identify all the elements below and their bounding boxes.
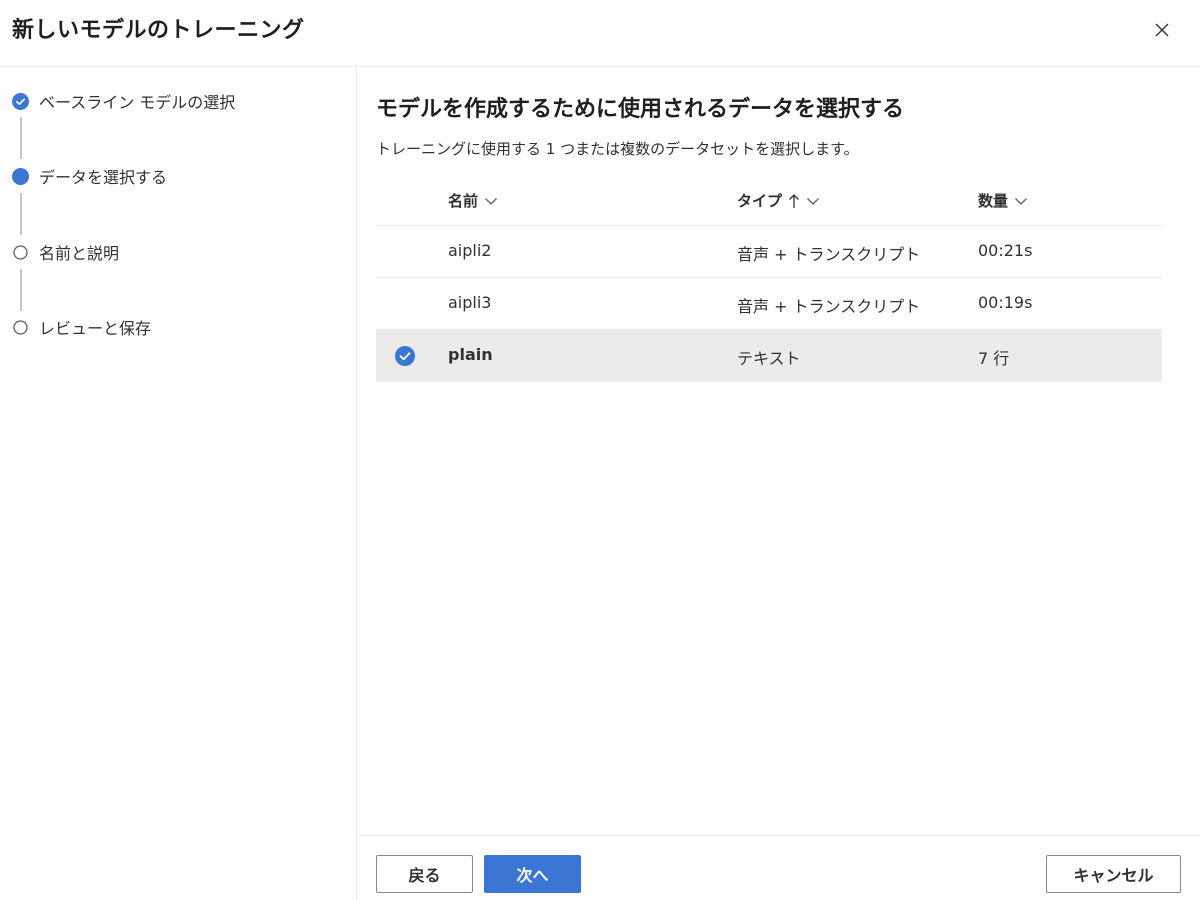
column-header-type[interactable]: タイプ [737, 190, 820, 211]
wizard-stepper: ベースライン モデルの選択 データを選択する 名前と説明 レビューと保存 [0, 67, 357, 900]
step-name-description[interactable]: 名前と説明 [12, 240, 119, 264]
step-label: 名前と説明 [39, 244, 120, 263]
column-header-name[interactable]: 名前 [448, 190, 498, 211]
check-circle-icon [395, 346, 415, 366]
page-title: モデルを作成するために使用されるデータを選択する [376, 97, 905, 122]
step-review-save[interactable]: レビューと保存 [12, 315, 151, 339]
step-select-data[interactable]: データを選択する [12, 164, 167, 188]
table-row-selected[interactable]: plain テキスト 7 行 [376, 330, 1162, 382]
table-header: 名前 タイプ 数量 [376, 175, 1162, 226]
page-description: トレーニングに使用する 1 つまたは複数のデータセットを選択します。 [376, 140, 859, 158]
cell-type: 音声 + トランスクリプト [737, 297, 921, 316]
column-label: 数量 [978, 192, 1009, 210]
table-row[interactable]: aipli3 音声 + トランスクリプト 00:19s [376, 278, 1162, 330]
step-label: レビューと保存 [39, 319, 152, 338]
empty-circle-icon [12, 319, 29, 336]
step-connector [20, 117, 22, 159]
column-label: 名前 [448, 192, 479, 210]
dialog-header: 新しいモデルのトレーニング [0, 0, 1200, 67]
cancel-button[interactable]: キャンセル [1046, 855, 1181, 893]
next-button[interactable]: 次へ [484, 855, 581, 893]
column-label: タイプ [737, 192, 783, 210]
close-icon [1155, 23, 1169, 37]
chevron-down-icon [807, 197, 819, 205]
back-button[interactable]: 戻る [376, 855, 473, 893]
empty-circle-icon [12, 244, 29, 261]
dataset-table: 名前 タイプ 数量 aipli2 音声 + トランスクリプト 00:21s ai… [376, 175, 1162, 382]
step-connector [20, 269, 22, 311]
cell-name: plain [448, 345, 493, 364]
table-row[interactable]: aipli2 音声 + トランスクリプト 00:21s [376, 226, 1162, 278]
check-circle-icon [12, 92, 29, 110]
chevron-down-icon [485, 197, 497, 205]
dialog-title: 新しいモデルのトレーニング [12, 18, 305, 43]
cell-name: aipli3 [448, 293, 492, 312]
cell-quantity: 00:21s [978, 241, 1033, 260]
cell-quantity: 00:19s [978, 293, 1033, 312]
main-panel: モデルを作成するために使用されるデータを選択する トレーニングに使用する 1 つ… [357, 67, 1200, 835]
cell-name: aipli2 [448, 241, 492, 260]
close-button[interactable] [1148, 16, 1176, 44]
column-header-quantity[interactable]: 数量 [978, 190, 1028, 211]
arrow-up-icon [789, 193, 799, 208]
step-label: ベースライン モデルの選択 [39, 93, 236, 112]
cell-quantity: 7 行 [978, 349, 1010, 368]
cell-type: テキスト [737, 349, 801, 368]
dialog-footer: 戻る 次へ キャンセル [357, 835, 1200, 900]
step-connector [20, 193, 22, 235]
cell-type: 音声 + トランスクリプト [737, 245, 921, 264]
row-checkbox[interactable] [395, 346, 415, 366]
filled-circle-icon [12, 167, 29, 185]
step-label: データを選択する [39, 168, 168, 187]
chevron-down-icon [1015, 197, 1027, 205]
step-baseline-model[interactable]: ベースライン モデルの選択 [12, 89, 235, 113]
